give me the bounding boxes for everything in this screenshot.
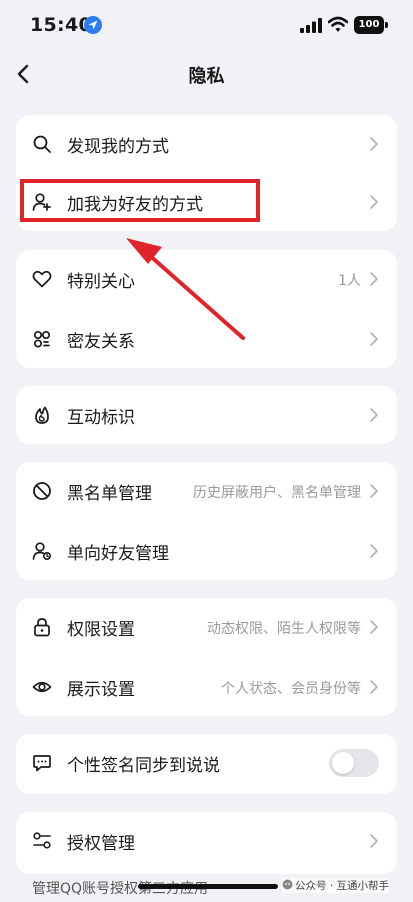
signature-sync-card: 个性签名同步到说说	[16, 734, 397, 794]
chevron-right-icon	[370, 408, 378, 422]
authorization-card: 授权管理	[16, 812, 397, 874]
chevron-right-icon	[370, 484, 378, 498]
location-arrow-icon	[84, 16, 102, 34]
chevron-right-icon	[370, 620, 378, 634]
toggle-knob	[332, 752, 354, 774]
permissions-card: 权限设置 动态权限、陌生人权限等 展示设置 个人状态、会员身份等	[16, 598, 397, 716]
eye-icon	[32, 681, 52, 693]
row-label: 特别关心	[67, 272, 135, 292]
row-display-settings[interactable]: 展示设置 个人状态、会员身份等	[16, 658, 397, 716]
row-authorization-management[interactable]: 授权管理	[16, 812, 397, 870]
close-friends-icon	[33, 330, 51, 348]
interaction-marks-card: 互动标识	[16, 386, 397, 444]
chevron-right-icon	[370, 137, 378, 151]
row-permission-settings[interactable]: 权限设置 动态权限、陌生人权限等	[16, 598, 397, 656]
wifi-icon	[328, 16, 348, 32]
battery-indicator: 100	[354, 16, 388, 34]
row-value: 历史屏蔽用户、黑名单管理	[193, 485, 361, 501]
page-title: 隐私	[188, 66, 225, 87]
row-value: 1人	[338, 273, 361, 289]
watermark: 公众号 · 互通小帮手	[282, 878, 390, 893]
chevron-right-icon	[370, 272, 378, 286]
row-label: 密友关系	[67, 332, 135, 352]
one-way-friend-icon	[32, 542, 52, 561]
row-label: 展示设置	[67, 680, 135, 700]
row-label: 授权管理	[67, 834, 135, 854]
row-label: 发现我的方式	[67, 137, 169, 157]
row-signature-sync: 个性签名同步到说说	[16, 734, 397, 792]
row-label: 权限设置	[67, 620, 135, 640]
status-bar: 15:40 100	[0, 0, 413, 52]
flame-icon	[35, 406, 49, 424]
signature-sync-toggle[interactable]	[329, 749, 379, 777]
row-value: 个人状态、会员身份等	[221, 681, 361, 697]
wechat-official-account-icon	[282, 879, 293, 890]
row-label: 互动标识	[67, 408, 135, 428]
row-label: 个性签名同步到说说	[67, 756, 220, 776]
blocklist-card: 黑名单管理 历史屏蔽用户、黑名单管理 单向好友管理	[16, 462, 397, 580]
row-value: 动态权限、陌生人权限等	[207, 621, 361, 637]
chevron-right-icon	[370, 680, 378, 694]
row-special-care[interactable]: 特别关心 1人	[16, 250, 397, 308]
signature-sync-icon	[33, 755, 51, 772]
row-discover-me[interactable]: 发现我的方式	[16, 115, 397, 173]
chevron-right-icon	[370, 544, 378, 558]
row-one-way-friends[interactable]: 单向好友管理	[16, 522, 397, 580]
block-icon	[33, 482, 51, 500]
cellular-signal-icon	[300, 18, 322, 33]
row-label: 黑名单管理	[67, 484, 152, 504]
status-time: 15:40	[30, 14, 92, 36]
row-interaction-marks[interactable]: 互动标识	[16, 386, 397, 444]
search-icon	[33, 135, 51, 153]
annotation-highlight-box	[20, 179, 260, 222]
chevron-right-icon	[370, 195, 378, 209]
chevron-right-icon	[370, 834, 378, 848]
chevron-right-icon	[370, 332, 378, 346]
row-close-friends[interactable]: 密友关系	[16, 310, 397, 368]
special-care-card: 特别关心 1人 密友关系	[16, 250, 397, 368]
heart-icon	[32, 270, 52, 288]
lock-icon	[34, 618, 50, 637]
home-indicator[interactable]	[138, 884, 278, 889]
navigation-bar: 隐私	[0, 52, 413, 96]
watermark-text: 公众号 · 互通小帮手	[295, 880, 390, 892]
authorization-icon	[33, 832, 51, 849]
row-label: 单向好友管理	[67, 544, 169, 564]
row-blocklist-management[interactable]: 黑名单管理 历史屏蔽用户、黑名单管理	[16, 462, 397, 520]
